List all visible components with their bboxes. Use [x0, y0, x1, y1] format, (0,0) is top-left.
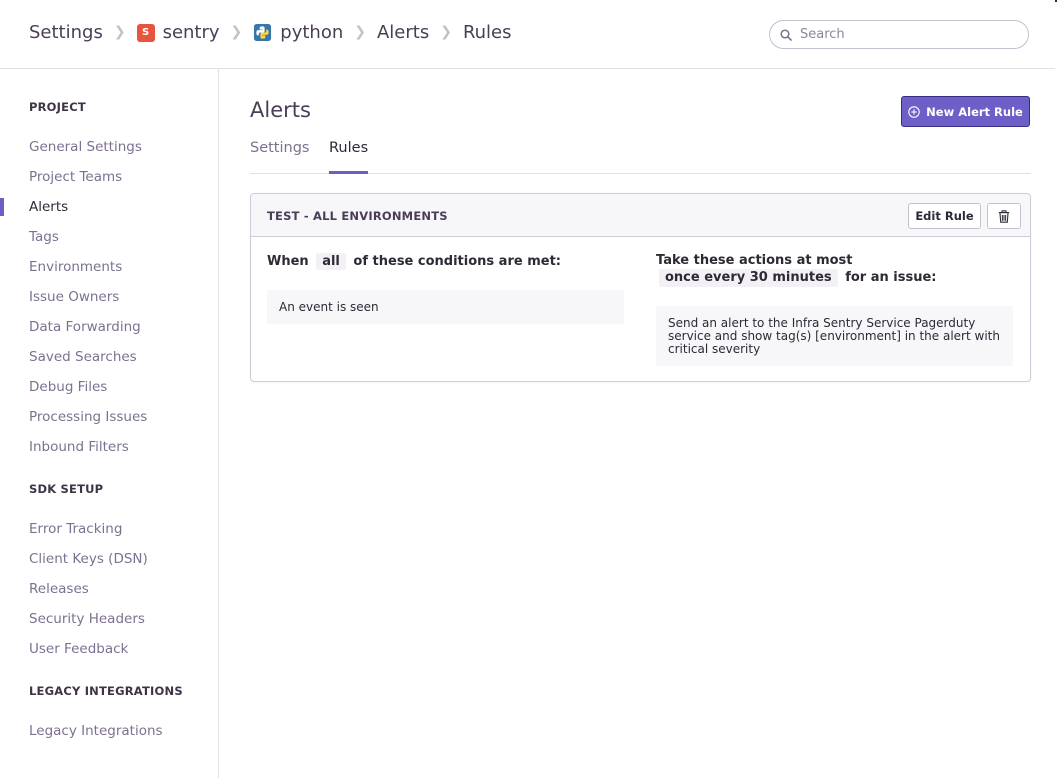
breadcrumb-label: Settings [29, 22, 103, 43]
breadcrumb-label: sentry [162, 22, 220, 43]
sidebar-item-security-headers[interactable]: Security Headers [29, 611, 145, 627]
new-alert-rule-button[interactable]: New Alert Rule [901, 96, 1030, 127]
actions-suffix: for an issue: [845, 270, 937, 285]
sidebar-item-client-keys[interactable]: Client Keys (DSN) [29, 551, 148, 567]
breadcrumb-alerts[interactable]: Alerts [377, 22, 429, 43]
alerts-tabs: Settings Rules [250, 138, 1031, 174]
alert-rule-panel: TEST - ALL ENVIRONMENTS Edit Rule When a… [250, 193, 1031, 382]
search-input[interactable] [800, 27, 1010, 42]
sidebar-item-releases[interactable]: Releases [29, 581, 89, 597]
search-box[interactable] [769, 20, 1029, 49]
actions-frequency-chip: once every 30 minutes [659, 269, 838, 287]
actions-prefix: Take these actions at most [656, 253, 853, 268]
trash-icon [998, 209, 1010, 223]
breadcrumb-label: python [280, 22, 344, 43]
conditions-suffix: of these conditions are met: [353, 254, 561, 269]
delete-rule-button[interactable] [987, 203, 1021, 229]
conditions-prefix: When [267, 254, 309, 269]
page-title: Alerts [250, 98, 311, 122]
sidebar-section-project: PROJECT [29, 100, 86, 114]
sidebar-item-environments[interactable]: Environments [29, 259, 122, 275]
python-icon [254, 23, 272, 42]
sidebar-item-issue-owners[interactable]: Issue Owners [29, 289, 119, 305]
tab-settings[interactable]: Settings [250, 138, 309, 174]
sidebar-item-inbound-filters[interactable]: Inbound Filters [29, 439, 129, 455]
sidebar-item-data-forwarding[interactable]: Data Forwarding [29, 319, 141, 335]
sidebar-item-general-settings[interactable]: General Settings [29, 139, 142, 155]
breadcrumb-project[interactable]: python [253, 22, 343, 43]
tab-rules[interactable]: Rules [329, 138, 369, 174]
chevron-right-icon: ❯ [113, 23, 126, 40]
sidebar-item-alerts[interactable]: Alerts [29, 199, 68, 215]
sidebar-section-sdk-setup: SDK SETUP [29, 482, 104, 496]
active-indicator [0, 198, 4, 216]
chevron-right-icon: ❯ [230, 23, 243, 40]
action-item: Send an alert to the Infra Sentry Servic… [656, 306, 1013, 366]
breadcrumb-label: Rules [462, 22, 512, 43]
settings-sidebar: PROJECT General Settings Project Teams A… [0, 69, 219, 778]
rule-panel-header: TEST - ALL ENVIRONMENTS Edit Rule [251, 194, 1030, 237]
breadcrumb: Settings ❯ S sentry ❯ python ❯ Alerts ❯ … [29, 22, 512, 43]
sidebar-item-legacy-integrations[interactable]: Legacy Integrations [29, 723, 163, 739]
conditions-match-chip: all [316, 253, 346, 270]
sidebar-item-saved-searches[interactable]: Saved Searches [29, 349, 137, 365]
sidebar-item-debug-files[interactable]: Debug Files [29, 379, 107, 395]
sidebar-item-tags[interactable]: Tags [29, 229, 59, 245]
condition-item: An event is seen [267, 290, 624, 324]
actions-heading: Take these actions at most once every 30… [656, 253, 1016, 287]
search-icon [780, 28, 792, 41]
sidebar-item-error-tracking[interactable]: Error Tracking [29, 521, 122, 537]
org-avatar: S [136, 23, 155, 42]
chevron-right-icon: ❯ [354, 23, 366, 40]
top-header: Settings ❯ S sentry ❯ python ❯ Alerts ❯ … [0, 0, 1055, 69]
edit-rule-button[interactable]: Edit Rule [908, 203, 981, 229]
sidebar-item-project-teams[interactable]: Project Teams [29, 169, 122, 185]
breadcrumb-settings[interactable]: Settings [29, 22, 103, 43]
sidebar-item-user-feedback[interactable]: User Feedback [29, 641, 128, 657]
breadcrumb-org[interactable]: S sentry [136, 22, 220, 43]
breadcrumb-label: Alerts [376, 22, 430, 43]
breadcrumb-rules[interactable]: Rules [463, 22, 512, 43]
chevron-right-icon: ❯ [440, 23, 452, 40]
sidebar-item-processing-issues[interactable]: Processing Issues [29, 409, 147, 425]
conditions-heading: When all of these conditions are met: [267, 253, 561, 270]
new-alert-rule-label: New Alert Rule [926, 104, 1023, 119]
rule-name: TEST - ALL ENVIRONMENTS [267, 209, 448, 223]
sidebar-section-legacy-integrations: LEGACY INTEGRATIONS [29, 684, 183, 698]
add-circle-icon [908, 105, 920, 118]
